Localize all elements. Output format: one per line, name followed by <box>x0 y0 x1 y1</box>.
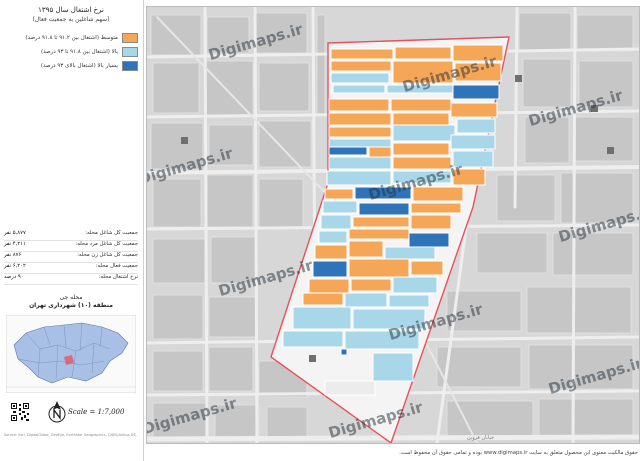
road-label: خیابان قزوین <box>467 435 494 441</box>
stat-label: جمعیت فعال محله: <box>95 263 138 269</box>
stat-label: نرخ اشتغال محله: <box>98 274 138 280</box>
stat-value: ۴,۲۱۱ نفر <box>4 241 26 247</box>
qr-code-icon <box>10 402 30 422</box>
stat-value: ۹۰ درصد <box>4 274 24 280</box>
legend-label-medium: متوسط (اشتغال بین ۹۱.۲ تا ۹۱.۸ درصد) <box>25 35 118 41</box>
stats-table: ۵,۸۷۷ نفر جمعیت کل شاغل محله: ۴,۲۱۱ نفر جم… <box>4 230 138 285</box>
stat-row: ۹۰ درصد نرخ اشتغال محله: <box>4 274 138 285</box>
legend-item-high: بالا (اشتغال بین ۹۱.۸ تا ۹۳ درصد) <box>4 46 138 58</box>
copyright-footer: حقوق مالکیت معنوی این محصول متعلق به سای… <box>399 450 638 456</box>
legend-swatch-high <box>122 47 138 57</box>
stat-row: ۸۷۶ نفر جمعیت کل شاغل زن محله: <box>4 252 138 263</box>
legend-title-block: نرخ اشتغال سال ۱۳۹۵ (سهم شاغلین به جمعیت… <box>4 6 138 24</box>
legend-panel: نرخ اشتغال سال ۱۳۹۵ (سهم شاغلین به جمعیت… <box>0 0 144 461</box>
stat-value: ۸۷۶ نفر <box>4 252 22 258</box>
stat-row: ۶,۲۰۲ نفر جمعیت فعال محله: <box>4 263 138 274</box>
legend-title: نرخ اشتغال سال ۱۳۹۵ <box>38 6 104 14</box>
legend-label-very-high: بسیار بالا (اشتغال بالای ۹۳ درصد) <box>40 63 118 69</box>
legend-item-medium: متوسط (اشتغال بین ۹۱.۲ تا ۹۱.۸ درصد) <box>4 32 138 44</box>
area-title: محله جی منطقه (۱۰) شهرداری تهران <box>4 294 138 310</box>
basemap-credit: Source: Esri, DigitalGlobe, GeoEye, Eart… <box>4 433 138 437</box>
stat-value: ۶,۲۰۲ نفر <box>4 263 26 269</box>
legend-subtitle: (سهم شاغلین به جمعیت فعال) <box>32 16 110 23</box>
neighborhood-name: محله جی <box>59 294 83 301</box>
district-name: منطقه (۱۰) شهرداری تهران <box>29 302 113 309</box>
stat-value: ۵,۸۷۷ نفر <box>4 230 26 236</box>
legend-swatch-very-high <box>122 61 138 71</box>
stat-label: جمعیت کل شاغل مرد محله: <box>75 241 138 247</box>
stat-row: ۵,۸۷۷ نفر جمعیت کل شاغل محله: <box>4 230 138 241</box>
legend-item-very-high: بسیار بالا (اشتغال بالای ۹۳ درصد) <box>4 60 138 72</box>
stat-row: ۴,۲۱۱ نفر جمعیت کل شاغل مرد محله: <box>4 241 138 252</box>
main-map[interactable]: خیابان قزوین Digimaps.ir Digimaps.ir Dig… <box>146 6 640 444</box>
stat-label: جمعیت کل شاغل محله: <box>85 230 138 236</box>
stat-label: جمعیت کل شاغل زن محله: <box>77 252 138 258</box>
legend-swatch-medium <box>122 33 138 43</box>
scale-label: Scale = 1:7,000 <box>68 408 125 416</box>
map-page: نرخ اشتغال سال ۱۳۹۵ (سهم شاغلین به جمعیت… <box>0 0 643 461</box>
legend-label-high: بالا (اشتغال بین ۹۱.۸ تا ۹۳ درصد) <box>40 49 118 55</box>
locator-map <box>6 315 136 393</box>
north-arrow-icon <box>48 401 66 423</box>
